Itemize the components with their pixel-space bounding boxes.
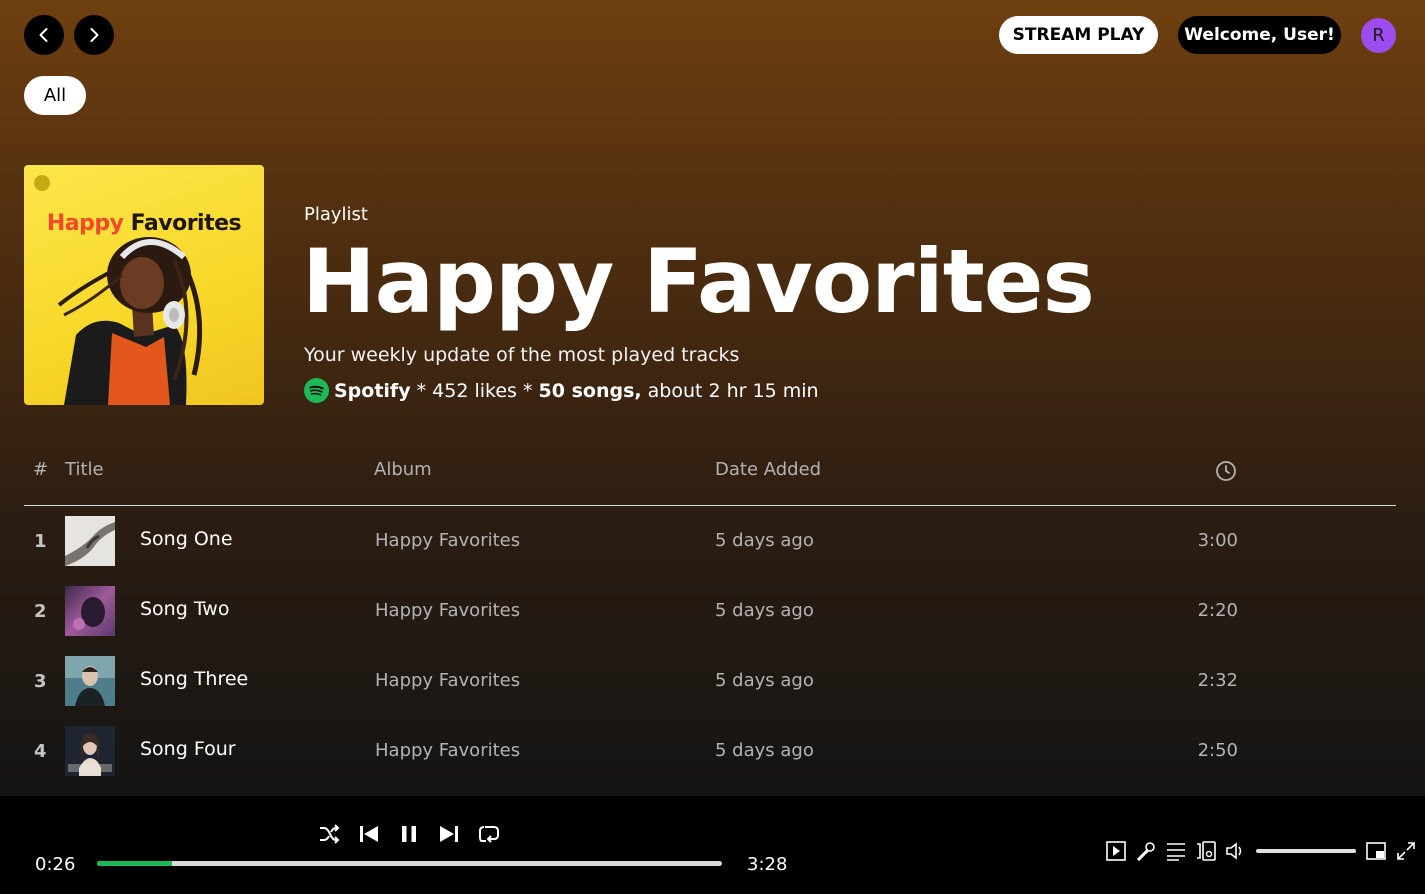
volume-slider[interactable] <box>1256 849 1356 853</box>
forward-button[interactable] <box>74 15 114 55</box>
table-row[interactable]: 2 Song Two Happy Favorites 5 days ago 2:… <box>24 586 1396 646</box>
lyrics-icon[interactable] <box>1135 840 1157 862</box>
track-title[interactable]: Song Two <box>140 598 229 620</box>
player-bar: 0:26 3:28 <box>0 796 1425 894</box>
track-duration: 2:32 <box>1197 670 1238 691</box>
column-header-title[interactable]: Title <box>65 459 104 480</box>
track-duration: 2:50 <box>1197 740 1238 761</box>
repeat-icon[interactable] <box>477 822 501 846</box>
clock-icon <box>1216 461 1236 481</box>
table-row[interactable]: 3 Song Three Happy Favorites 5 days ago … <box>24 656 1396 716</box>
filter-all-chip[interactable]: All <box>24 76 86 115</box>
playlist-duration: about 2 hr 15 min <box>641 379 819 402</box>
total-time: 3:28 <box>747 854 788 875</box>
current-time: 0:26 <box>35 854 76 875</box>
queue-icon[interactable] <box>1165 840 1187 862</box>
connect-device-icon[interactable] <box>1195 840 1217 862</box>
track-thumbnail <box>65 516 115 566</box>
progress-fill <box>97 861 172 866</box>
track-number: 4 <box>34 741 47 762</box>
chevron-right-icon <box>90 28 99 42</box>
cover-person-image <box>57 237 203 405</box>
column-header-number: # <box>33 459 49 480</box>
table-row[interactable]: 4 Song Four Happy Favorites 5 days ago 2… <box>24 726 1396 786</box>
track-album[interactable]: Happy Favorites <box>375 740 520 761</box>
volume-icon[interactable] <box>1225 840 1247 862</box>
track-number: 2 <box>34 601 47 622</box>
column-header-album[interactable]: Album <box>374 459 432 480</box>
back-button[interactable] <box>24 15 64 55</box>
page-title: Happy Favorites <box>302 230 1095 333</box>
main-view: STREAM PLAY Welcome, User! R All Happy F… <box>0 0 1425 796</box>
shuffle-icon[interactable] <box>317 822 341 846</box>
playlist-type-label: Playlist <box>304 204 368 225</box>
now-playing-view-icon[interactable] <box>1105 840 1127 862</box>
avatar[interactable]: R <box>1361 18 1396 53</box>
progress-bar[interactable] <box>97 861 722 866</box>
track-number: 1 <box>34 531 47 552</box>
next-icon[interactable] <box>437 822 461 846</box>
track-date-added: 5 days ago <box>715 600 814 621</box>
stream-play-button[interactable]: STREAM PLAY <box>999 16 1158 54</box>
spotify-logo-icon <box>304 378 329 403</box>
playlist-owner[interactable]: Spotify <box>334 380 411 402</box>
column-header-date-added[interactable]: Date Added <box>715 459 821 480</box>
track-title[interactable]: Song One <box>140 528 233 550</box>
track-album[interactable]: Happy Favorites <box>375 600 520 621</box>
track-album[interactable]: Happy Favorites <box>375 530 520 551</box>
previous-icon[interactable] <box>357 822 381 846</box>
table-divider <box>24 505 1396 506</box>
track-thumbnail <box>65 656 115 706</box>
track-title[interactable]: Song Four <box>140 738 236 760</box>
playlist-likes: * 452 likes * <box>410 379 539 402</box>
fullscreen-icon[interactable] <box>1395 840 1417 862</box>
table-row[interactable]: 1 Song One Happy Favorites 5 days ago 3:… <box>24 516 1396 576</box>
pause-icon[interactable] <box>397 822 421 846</box>
welcome-button[interactable]: Welcome, User! <box>1178 16 1341 54</box>
track-date-added: 5 days ago <box>715 740 814 761</box>
track-date-added: 5 days ago <box>715 530 814 551</box>
track-date-added: 5 days ago <box>715 670 814 691</box>
track-duration: 2:20 <box>1197 600 1238 621</box>
track-thumbnail <box>65 726 115 776</box>
track-album[interactable]: Happy Favorites <box>375 670 520 691</box>
playlist-description: Your weekly update of the most played tr… <box>304 344 740 366</box>
track-number: 3 <box>34 671 47 692</box>
track-thumbnail <box>65 586 115 636</box>
playlist-cover: Happy Favorites <box>24 165 264 405</box>
mini-player-icon[interactable] <box>1365 840 1387 862</box>
track-title[interactable]: Song Three <box>140 668 248 690</box>
track-duration: 3:00 <box>1197 530 1238 551</box>
playlist-song-count: 50 songs, <box>538 379 642 402</box>
playlist-meta: Spotify * 452 likes * 50 songs, about 2 … <box>304 378 819 403</box>
chevron-left-icon <box>39 28 48 42</box>
